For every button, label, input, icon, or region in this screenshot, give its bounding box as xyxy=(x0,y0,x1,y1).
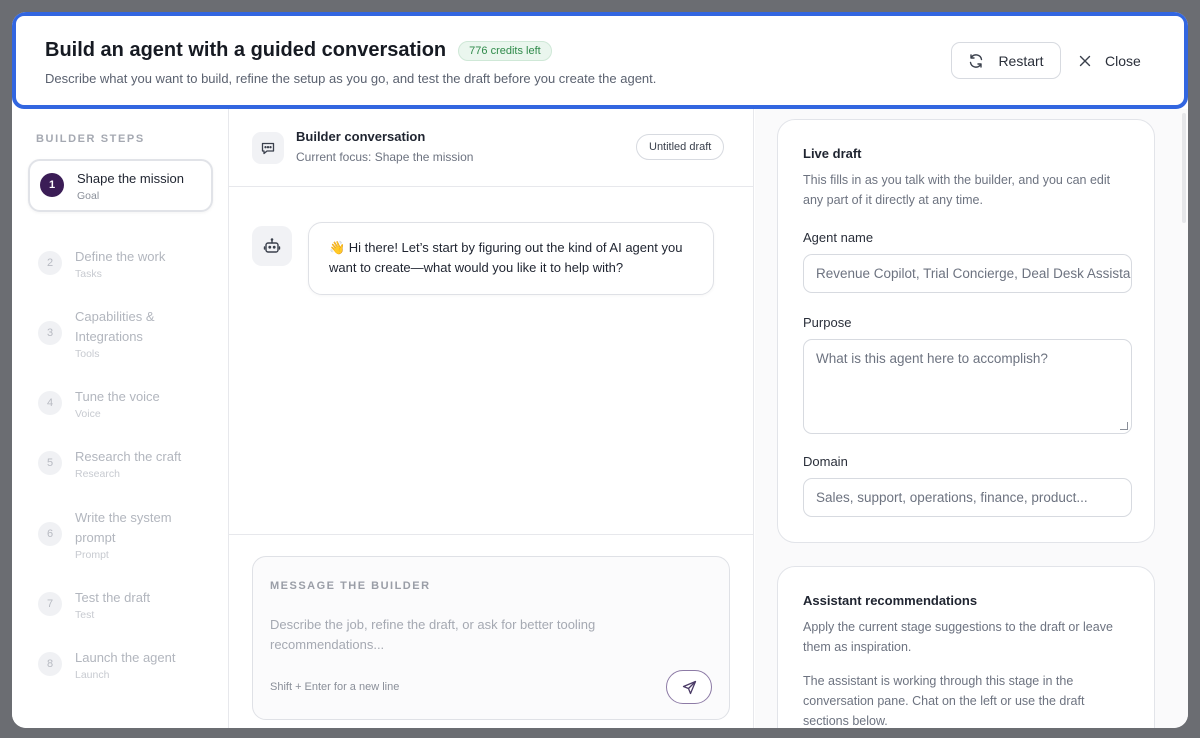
restart-button[interactable]: Restart xyxy=(951,42,1061,79)
close-button[interactable]: Close xyxy=(1079,42,1141,79)
step-title: Research the craft xyxy=(75,449,182,464)
step-subtitle: Research xyxy=(75,468,120,480)
step-launch-the-agent[interactable]: 8 Launch the agent Launch xyxy=(28,640,213,689)
step-number: 3 xyxy=(38,321,62,345)
resize-handle[interactable] xyxy=(1120,422,1128,430)
step-number: 4 xyxy=(38,391,62,415)
step-number: 8 xyxy=(38,652,62,676)
composer-label: MESSAGE THE BUILDER xyxy=(270,580,431,592)
step-title: Tune the voice xyxy=(75,389,160,404)
bot-icon xyxy=(252,226,292,266)
purpose-textarea[interactable]: What is this agent here to accomplish? xyxy=(803,339,1132,434)
step-test-the-draft[interactable]: 7 Test the draft Test xyxy=(28,580,213,629)
title-row: Build an agent with a guided conversatio… xyxy=(45,39,552,62)
recommendations-status: The assistant is working through this st… xyxy=(803,674,1085,728)
draft-scrollbar[interactable] xyxy=(1182,109,1186,728)
step-subtitle: Tasks xyxy=(75,268,102,280)
step-number: 7 xyxy=(38,592,62,616)
live-draft-description: This fills in as you talk with the build… xyxy=(803,173,1111,207)
restart-label: Restart xyxy=(998,52,1044,69)
domain-label: Domain xyxy=(803,454,848,469)
draft-panel: Live draft This fills in as you talk wit… xyxy=(755,109,1188,728)
builder-steps-sidebar: BUILDER STEPS 1 Shape the mission Goal 2… xyxy=(12,109,229,728)
step-subtitle: Launch xyxy=(75,669,110,681)
step-title: Write the system prompt xyxy=(75,510,172,545)
domain-input[interactable]: Sales, support, operations, finance, pro… xyxy=(803,478,1132,517)
purpose-placeholder: What is this agent here to accomplish? xyxy=(816,351,1048,366)
recommendations-description: Apply the current stage suggestions to t… xyxy=(803,620,1113,654)
step-title: Define the work xyxy=(75,249,166,264)
step-title: Capabilities & Integrations xyxy=(75,309,155,344)
send-icon xyxy=(682,680,697,695)
step-subtitle: Tools xyxy=(75,348,100,360)
agent-name-input[interactable]: Revenue Copilot, Trial Concierge, Deal D… xyxy=(803,254,1132,293)
step-number: 2 xyxy=(38,251,62,275)
builder-modal: Build an agent with a guided conversatio… xyxy=(12,12,1188,728)
send-button[interactable] xyxy=(666,670,712,704)
step-number: 6 xyxy=(38,522,62,546)
page-title: Build an agent with a guided conversatio… xyxy=(45,39,447,61)
step-write-the-system-prompt[interactable]: 6 Write the system prompt Prompt xyxy=(28,500,213,569)
step-subtitle: Prompt xyxy=(75,549,109,561)
composer-hint: Shift + Enter for a new line xyxy=(270,681,400,693)
step-subtitle: Test xyxy=(75,609,95,621)
step-tune-the-voice[interactable]: 4 Tune the voice Voice xyxy=(28,379,213,428)
step-title: Shape the mission xyxy=(77,171,184,186)
step-shape-the-mission[interactable]: 1 Shape the mission Goal xyxy=(28,159,213,212)
step-capabilities-integrations[interactable]: 3 Capabilities & Integrations Tools xyxy=(28,299,213,368)
credits-badge: 776 credits left xyxy=(458,40,552,61)
recommendations-card: Assistant recommendations Apply the curr… xyxy=(777,566,1155,728)
chat-icon xyxy=(252,132,284,164)
step-subtitle: Goal xyxy=(77,190,100,202)
message-composer: MESSAGE THE BUILDER Describe the job, re… xyxy=(252,556,730,720)
current-focus: Current focus: Shape the mission xyxy=(296,150,474,164)
recommendations-title: Assistant recommendations xyxy=(803,593,978,608)
composer-area: MESSAGE THE BUILDER Describe the job, re… xyxy=(229,534,753,728)
close-label: Close xyxy=(1105,52,1141,69)
assistant-message: 👋 Hi there! Let’s start by figuring out … xyxy=(308,222,714,295)
live-draft-title: Live draft xyxy=(803,146,862,161)
page-subtitle: Describe what you want to build, refine … xyxy=(45,71,657,86)
step-research-the-craft[interactable]: 5 Research the craft Research xyxy=(28,439,213,488)
step-define-the-work[interactable]: 2 Define the work Tasks xyxy=(28,239,213,288)
draft-name-pill: Untitled draft xyxy=(636,134,725,160)
conversation-title: Builder conversation xyxy=(296,129,426,144)
purpose-label: Purpose xyxy=(803,315,852,330)
scroll-thumb[interactable] xyxy=(1182,113,1186,223)
modal-header: Build an agent with a guided conversatio… xyxy=(12,12,1188,109)
step-number: 5 xyxy=(38,451,62,475)
refresh-icon xyxy=(968,53,984,69)
message-input[interactable]: Describe the job, refine the draft, or a… xyxy=(270,615,650,655)
steps-heading: BUILDER STEPS xyxy=(36,133,145,145)
step-title: Test the draft xyxy=(75,590,151,605)
close-icon xyxy=(1079,55,1091,67)
conversation-pane: Builder conversation Current focus: Shap… xyxy=(229,109,754,728)
step-subtitle: Voice xyxy=(75,408,101,420)
conversation-header: Builder conversation Current focus: Shap… xyxy=(229,109,753,187)
step-number: 1 xyxy=(40,173,64,197)
step-title: Launch the agent xyxy=(75,650,176,665)
live-draft-card: Live draft This fills in as you talk wit… xyxy=(777,119,1155,543)
agent-name-label: Agent name xyxy=(803,230,874,245)
